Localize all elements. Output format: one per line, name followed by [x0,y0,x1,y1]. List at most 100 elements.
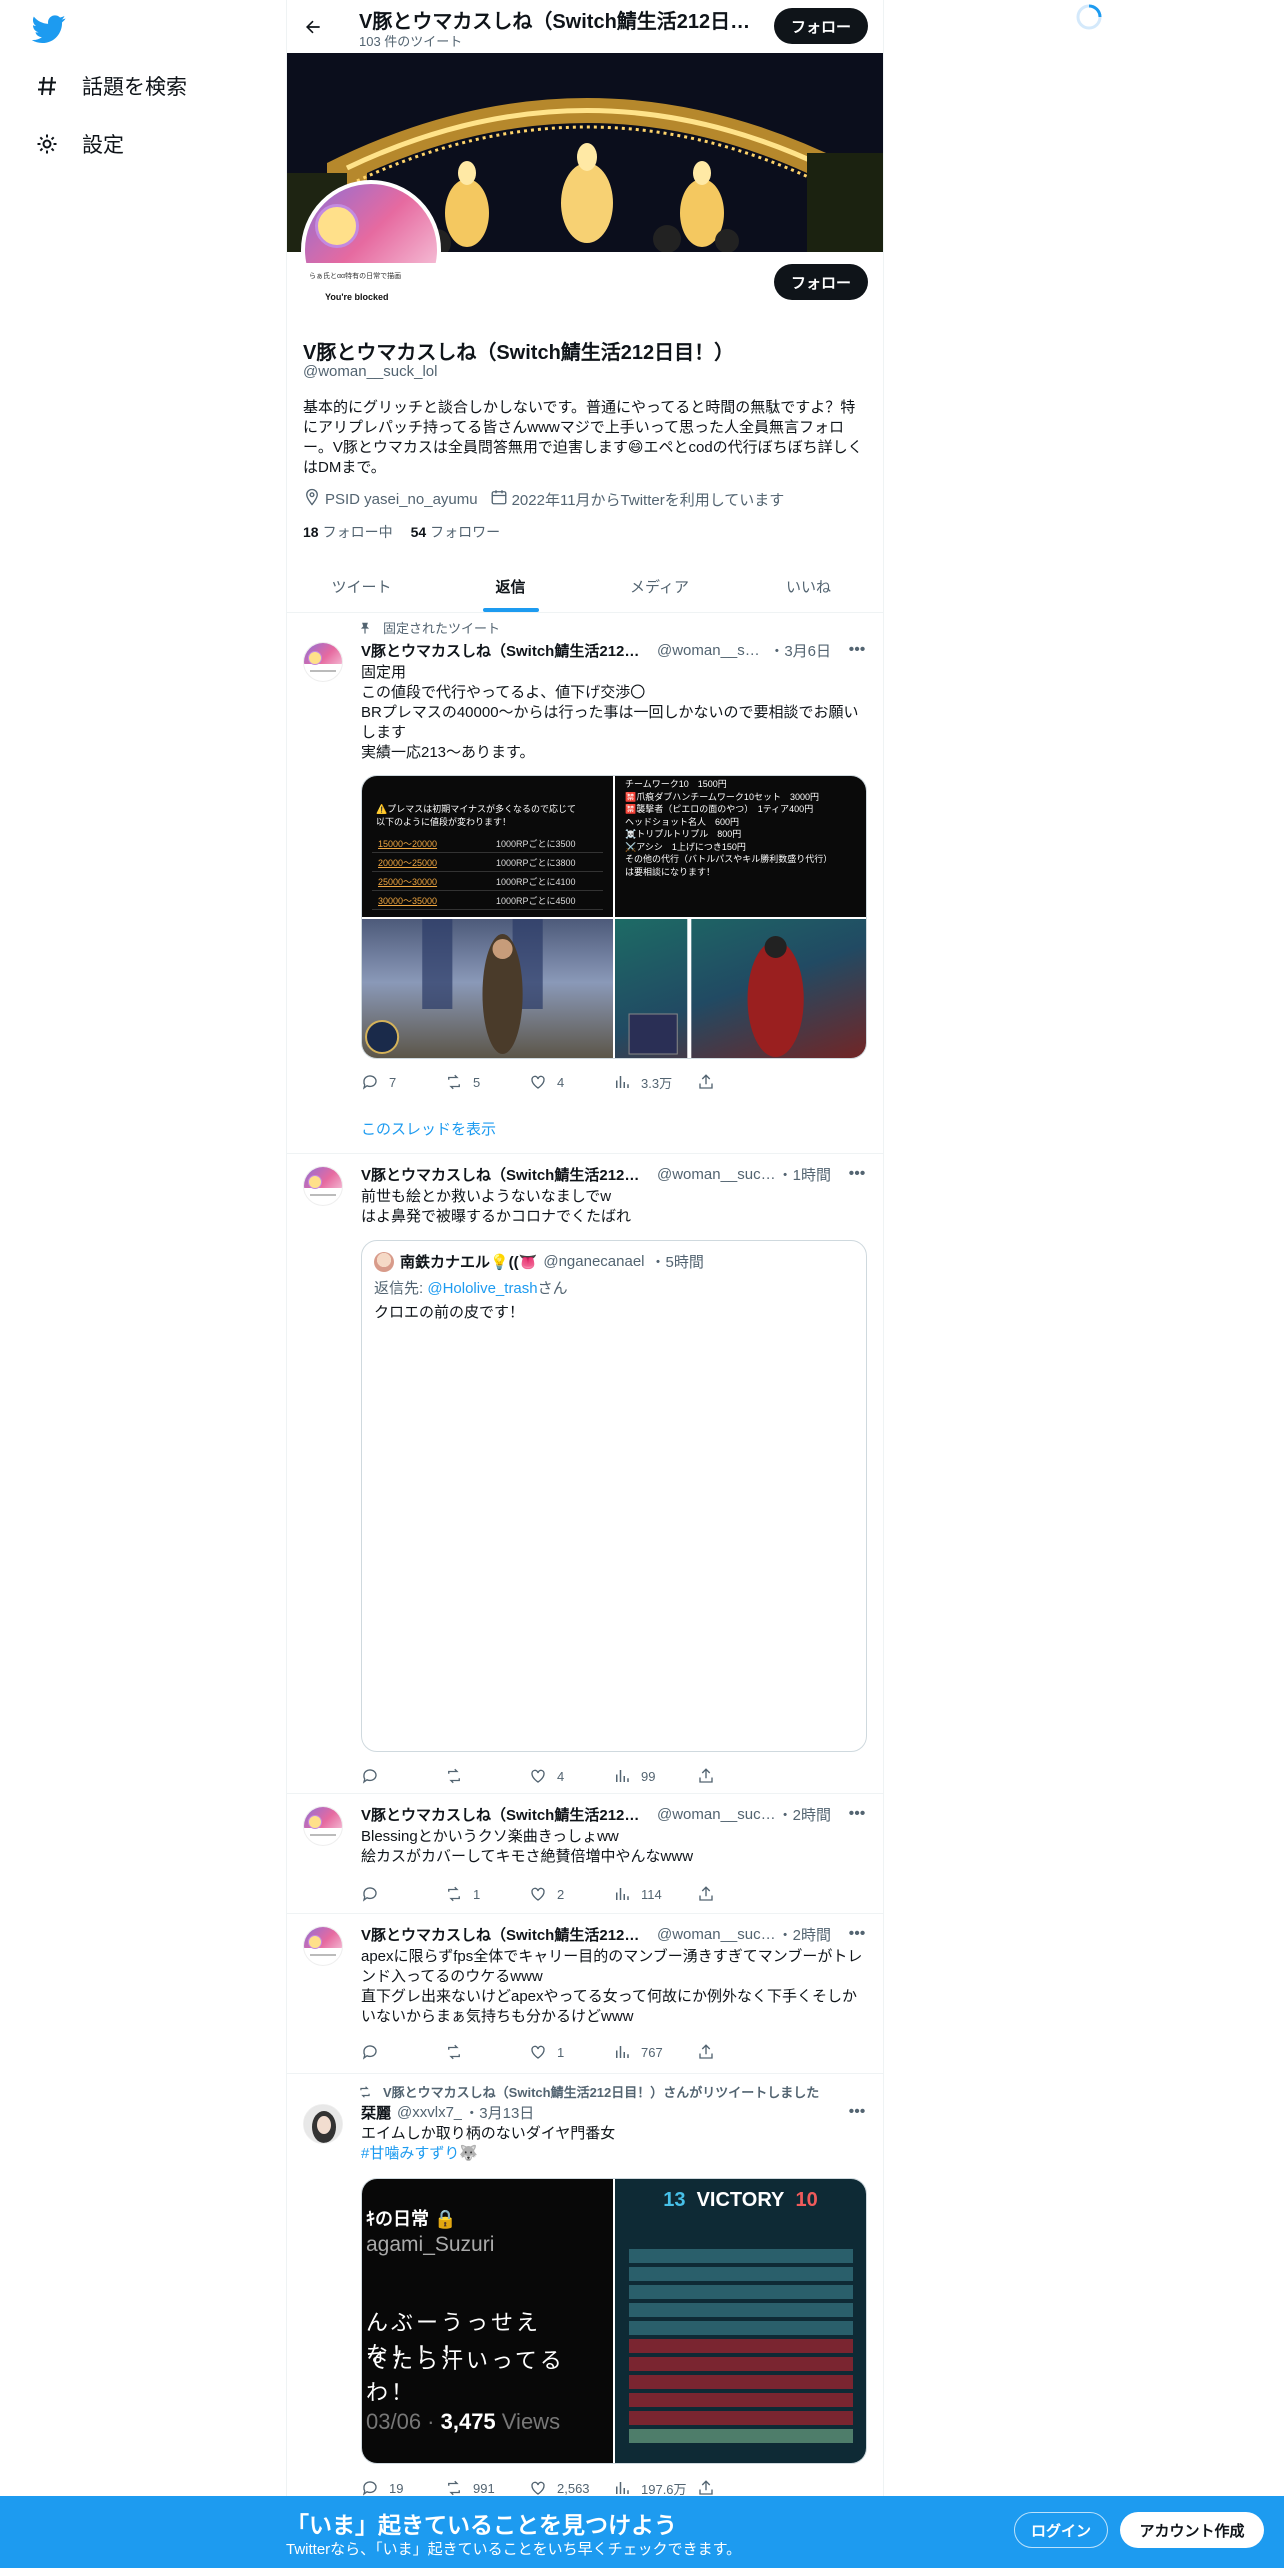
show-thread-link[interactable]: このスレッドを表示 [361,1118,496,1139]
tweet-author-name[interactable]: V豚とウマカスしね（Switch鯖生活212日目！） [361,1164,651,1185]
left-nav: 話題を検索 設定 [0,0,286,2568]
profile-handle: @woman__suck_lol [303,363,438,380]
tweet-author-handle[interactable]: @woman__suck_lol [657,1166,776,1183]
reply-button[interactable] [361,1766,445,1786]
retweet-button[interactable]: 1 [445,1884,529,1904]
like-button[interactable]: 2,563 [529,2478,613,2498]
like-button[interactable]: 4 [529,1072,613,1092]
more-icon[interactable]: ••• [847,2102,867,2122]
avatar[interactable] [303,1926,343,1966]
more-icon[interactable]: ••• [847,1164,867,1184]
reply-button[interactable] [361,1884,445,1904]
views-button[interactable]: 197.6万 [613,2478,697,2498]
tweet-time[interactable]: ・3月6日 [769,640,831,661]
views-button[interactable]: 114 [613,1884,697,1904]
login-button[interactable]: ログイン [1014,2512,1108,2548]
service-line: は要相談になります！ [625,866,716,877]
like-button[interactable]: 4 [529,1766,613,1786]
avatar[interactable] [303,1166,343,1206]
media-game-screenshot[interactable] [362,919,613,1058]
media-game-screenshot[interactable] [615,919,866,1058]
share-button[interactable] [697,1072,781,1092]
tweet-time[interactable]: ・2時間 [778,1924,831,1945]
tweet-media-grid[interactable]: ｷの日常 🔒 agami_Suzuri んぶーうっせえな！！！ てたら汗いってる… [361,2178,867,2464]
retweet-button[interactable]: 5 [445,1072,529,1092]
tweet-media-grid[interactable]: ⚠️プレマスは初期マイナスが多くなるので応じて 以下のように値段が変わります！ … [361,775,867,1059]
tweet-author-handle[interactable]: @woman__suck_lol [657,1926,776,1943]
tweet-pinned[interactable]: V豚とウマカスしね（Switch鯖生活212日目！） @woman__suck_… [287,630,883,1154]
tweet-time[interactable]: ・1時間 [778,1164,831,1185]
profile-name: V豚とウマカスしね（Switch鯖生活212日目！） [303,342,735,364]
like-icon [531,1887,545,1901]
quoted-tweet[interactable]: 南鉄カナエル💡((👅 @nganecanael ・5時間 返信先: @Holol… [361,1240,867,1752]
tweet-author-handle[interactable]: @woman__suck_lol [657,1806,776,1823]
retweet-button[interactable] [445,2042,529,2062]
avatar[interactable] [303,2104,343,2144]
tweet[interactable]: V豚とウマカスしね（Switch鯖生活212日目！） @woman__suck_… [287,1794,883,1914]
share-button[interactable] [697,2042,781,2062]
views-icon [616,2046,629,2058]
media-stream-screenshot[interactable]: ｷの日常 🔒 agami_Suzuri んぶーうっせえな！！！ てたら汗いってる… [362,2179,613,2463]
followers-link[interactable]: 54 フォロワー [411,522,501,542]
twitter-logo-icon[interactable] [31,12,68,48]
header-follow-button[interactable]: フォロー [774,8,868,44]
tab-replies[interactable]: 返信 [436,560,585,612]
nav-settings[interactable]: 設定 [34,124,124,164]
more-icon[interactable]: ••• [847,1804,867,1824]
like-button[interactable]: 2 [529,1884,613,1904]
share-icon [699,2480,713,2495]
tweet-retweeted[interactable]: 栞麗 @xxvlx7_ ・3月13日 ••• エイムしか取り柄のないダイヤ門番女… [287,2100,883,2500]
like-icon [531,1769,545,1783]
reply-to-link[interactable]: @Hololive_trash [427,1280,537,1297]
tweet-author-name[interactable]: V豚とウマカスしね（Switch鯖生活212日目！） [361,640,651,661]
share-button[interactable] [697,1766,781,1786]
share-button[interactable] [697,1884,781,1904]
reply-button[interactable]: 19 [361,2478,445,2498]
back-arrow-icon[interactable] [299,13,327,41]
tab-tweets[interactable]: ツイート [287,560,436,612]
tweet-text: エイムしか取り柄のないダイヤ門番女 [361,2125,616,2142]
tweet-author-name[interactable]: V豚とウマカスしね（Switch鯖生活212日目！） [361,1924,651,1945]
tab-media[interactable]: メディア [585,560,734,612]
views-button[interactable]: 3.3万 [613,1072,697,1092]
hashtag-link[interactable]: #甘噛みすずり🐺 [361,2144,867,2164]
views-button[interactable]: 767 [613,2042,697,2062]
avatar[interactable] [303,1806,343,1846]
reply-button[interactable] [361,2042,445,2062]
share-icon [699,1768,713,1783]
reply-button[interactable]: 7 [361,1072,445,1092]
media-service-list[interactable]: チームワーク10 1500円 🈲爪痕ダブハンチームワーク10セット 3000円 … [615,776,866,917]
like-button[interactable]: 1 [529,2042,613,2062]
tweet[interactable]: V豚とウマカスしね（Switch鯖生活212日目！） @woman__suck_… [287,1914,883,2074]
tweet-author-handle[interactable]: @woman__suck_lol [657,642,767,659]
signup-button[interactable]: アカウント作成 [1120,2512,1264,2548]
share-button[interactable] [697,2478,781,2498]
tweet-author-name[interactable]: V豚とウマカスしね（Switch鯖生活212日目！） [361,1804,651,1825]
tweet-author-name[interactable]: 栞麗 [361,2102,391,2123]
nav-explore[interactable]: 話題を検索 [34,66,187,106]
profile-header-bar: V豚とウマカスしね（Switch鯖生活212日目！） 103 件のツイート フォ… [287,0,883,53]
media-price-table[interactable]: ⚠️プレマスは初期マイナスが多くなるので応じて 以下のように値段が変わります！ … [362,776,613,917]
tab-likes[interactable]: いいね [734,560,883,612]
views-icon [616,1888,629,1900]
profile-follow-button[interactable]: フォロー [774,264,868,300]
views-button[interactable]: 99 [613,1766,697,1786]
quoted-time: ・5時間 [650,1254,704,1271]
profile-avatar[interactable]: らぁ氏とαα特有の日常で描画 You're blocked [301,180,441,320]
retweet-button[interactable] [445,1766,529,1786]
tweet-time[interactable]: ・2時間 [778,1804,831,1825]
avatar[interactable] [303,642,343,682]
more-icon[interactable]: ••• [847,1924,867,1944]
reply-icon [362,1887,377,1902]
profile-meta: PSID yasei_no_ayumu 2022年11月からTwitterを利用… [303,488,784,510]
tweet-author-handle[interactable]: @xxvlx7_ [397,2104,462,2121]
tweet-actions: 1 2 114 [361,1884,781,1904]
tweet-time[interactable]: ・3月13日 [464,2102,534,2123]
retweet-button[interactable]: 991 [445,2478,529,2498]
tweet-actions: 7 5 4 3.3万 [361,1072,781,1092]
media-victory-screenshot[interactable]: 13 VICTORY 10 [615,2179,866,2463]
signup-prompt-title: 「いま」起きていることを見つけよう [286,2512,677,2538]
more-icon[interactable]: ••• [847,640,867,660]
following-link[interactable]: 18 フォロー中 [303,522,393,542]
tweet-quote[interactable]: V豚とウマカスしね（Switch鯖生活212日目！） @woman__suck_… [287,1154,883,1794]
